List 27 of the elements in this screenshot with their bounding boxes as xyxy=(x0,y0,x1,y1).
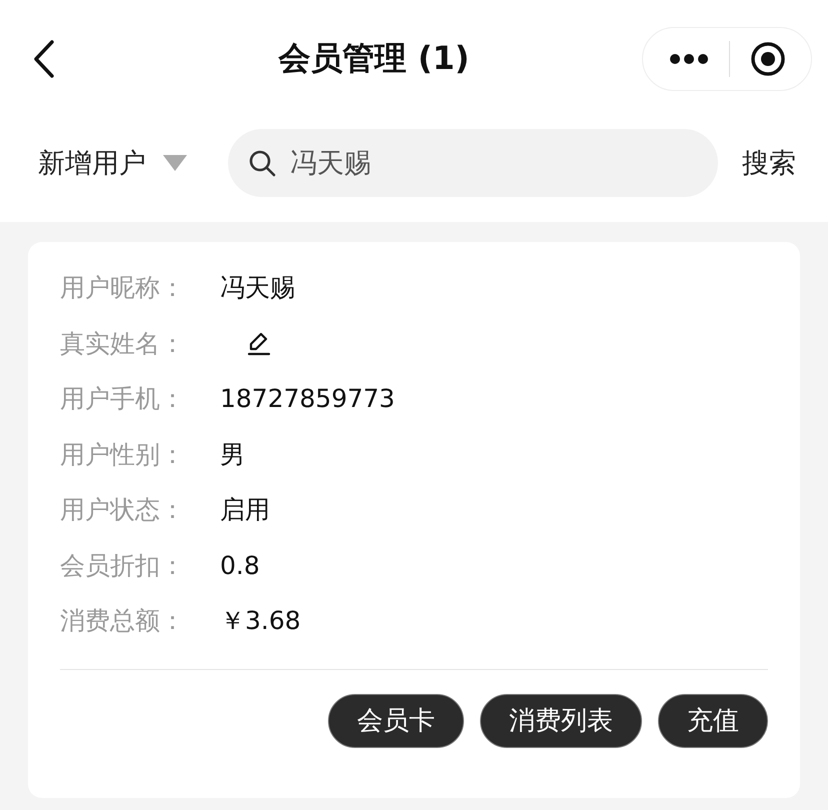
search-button[interactable]: 搜索 xyxy=(732,145,806,181)
field-value: 男 xyxy=(220,438,245,471)
more-icon[interactable] xyxy=(668,53,708,65)
search-field[interactable]: 冯天赐 xyxy=(228,129,718,197)
action-button[interactable]: 充值 xyxy=(658,694,768,748)
field-value: 0.8 xyxy=(220,550,260,580)
field-label: 用户状态： xyxy=(60,494,186,526)
field-label: 用户手机： xyxy=(60,383,186,416)
search-icon xyxy=(248,149,276,177)
field-value: ￥3.68 xyxy=(220,605,301,638)
search-input: 冯天赐 xyxy=(288,146,592,180)
field-label: 会员折扣： xyxy=(60,550,186,582)
action-button[interactable]: 会员卡 xyxy=(328,694,464,748)
close-icon[interactable] xyxy=(750,41,786,77)
pencil-icon[interactable] xyxy=(246,330,272,356)
caret-icon xyxy=(162,154,188,172)
field-label: 用户昵称： xyxy=(60,272,186,304)
back-icon[interactable] xyxy=(32,39,56,79)
action-button[interactable]: 消费列表 xyxy=(480,694,642,748)
field-value: 启用 xyxy=(220,494,270,526)
field-value: 18727859773 xyxy=(220,384,395,414)
page-title: 会员管理 (1) xyxy=(277,38,470,79)
filter-dropdown[interactable]: 新增用户 xyxy=(38,145,188,181)
field-label: 真实姓名： xyxy=(60,328,186,360)
field-label: 消费总额： xyxy=(60,605,186,638)
field-label: 用户性别： xyxy=(60,438,186,471)
field-value: 冯天赐 xyxy=(220,272,295,304)
